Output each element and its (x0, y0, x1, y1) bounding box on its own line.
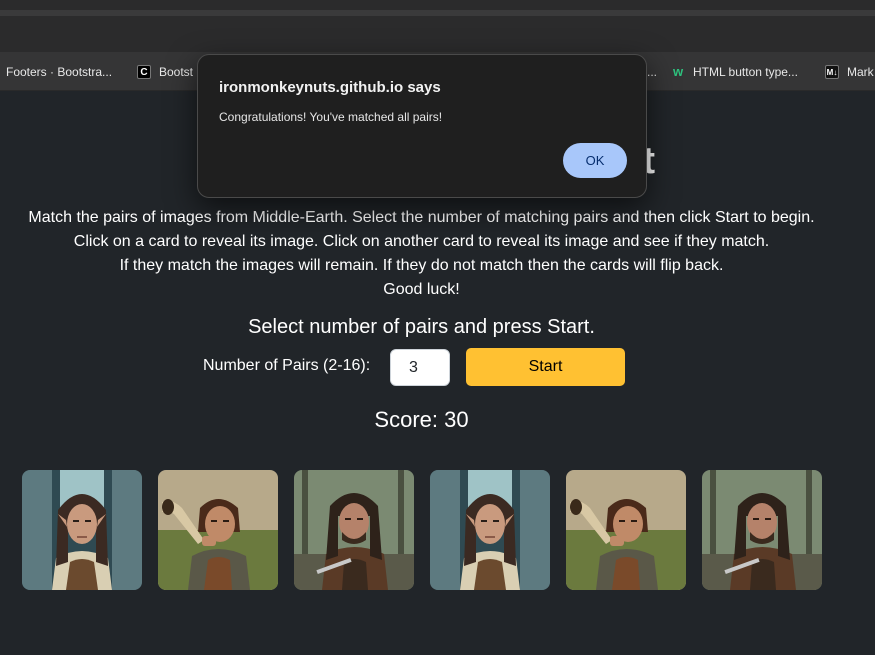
markdown-icon: M↓ (825, 64, 839, 79)
pairs-input[interactable] (390, 349, 450, 386)
instruction-line: Match the pairs of images from Middle-Ea… (28, 209, 815, 226)
dialog-title: ironmonkeynuts.github.io says (219, 79, 441, 96)
bookmark-markdown[interactable]: M↓ Mark (825, 52, 875, 91)
elf-portrait-image (22, 470, 142, 590)
instruction-line: Good luck! (383, 281, 460, 298)
ranger-portrait-image (702, 470, 822, 590)
card-ranger[interactable] (702, 470, 822, 590)
dialog-message: Congratulations! You've matched all pair… (219, 110, 443, 124)
bookmark-bootstrap[interactable]: C Bootst (137, 52, 197, 91)
bookmark-label: Bootst (159, 64, 194, 79)
card-horn-man[interactable] (158, 470, 278, 590)
elf-portrait-image (430, 470, 550, 590)
instruction-line: Click on a card to reveal its image. Cli… (73, 233, 770, 250)
bookmark-hidden[interactable]: ... (647, 52, 661, 91)
instructions: Match the pairs of images from Middle-Ea… (0, 206, 843, 302)
card-ranger[interactable] (294, 470, 414, 590)
instruction-line: If they match the images will remain. If… (119, 257, 724, 274)
bookmark-label: Mark (847, 64, 874, 79)
bookmark-label: HTML button type... (693, 64, 798, 79)
alert-dialog: ironmonkeynuts.github.io says Congratula… (197, 54, 647, 198)
w3-logo-icon: w (672, 63, 684, 79)
bookmark-label: ... (647, 64, 658, 79)
horn-man-portrait-image (566, 470, 686, 590)
c-logo-icon: C (137, 64, 151, 79)
select-heading: Select number of pairs and press Start. (248, 316, 595, 338)
start-button[interactable]: Start (466, 348, 625, 386)
card-elf[interactable] (22, 470, 142, 590)
horn-man-portrait-image (158, 470, 278, 590)
browser-titlebar (0, 0, 875, 52)
bookmark-label: Footers · Bootstra... (6, 64, 113, 79)
ok-button[interactable]: OK (563, 143, 627, 178)
tab-strip (0, 10, 875, 16)
card-grid (22, 470, 842, 590)
bookmark-html-button[interactable]: w HTML button type... (671, 52, 811, 91)
card-elf[interactable] (430, 470, 550, 590)
bookmark-footers[interactable]: Footers · Bootstra... (6, 52, 124, 91)
score: Score: 30 (374, 407, 469, 432)
pairs-label: Number of Pairs (2-16): (203, 357, 371, 374)
ranger-portrait-image (294, 470, 414, 590)
card-horn-man[interactable] (566, 470, 686, 590)
